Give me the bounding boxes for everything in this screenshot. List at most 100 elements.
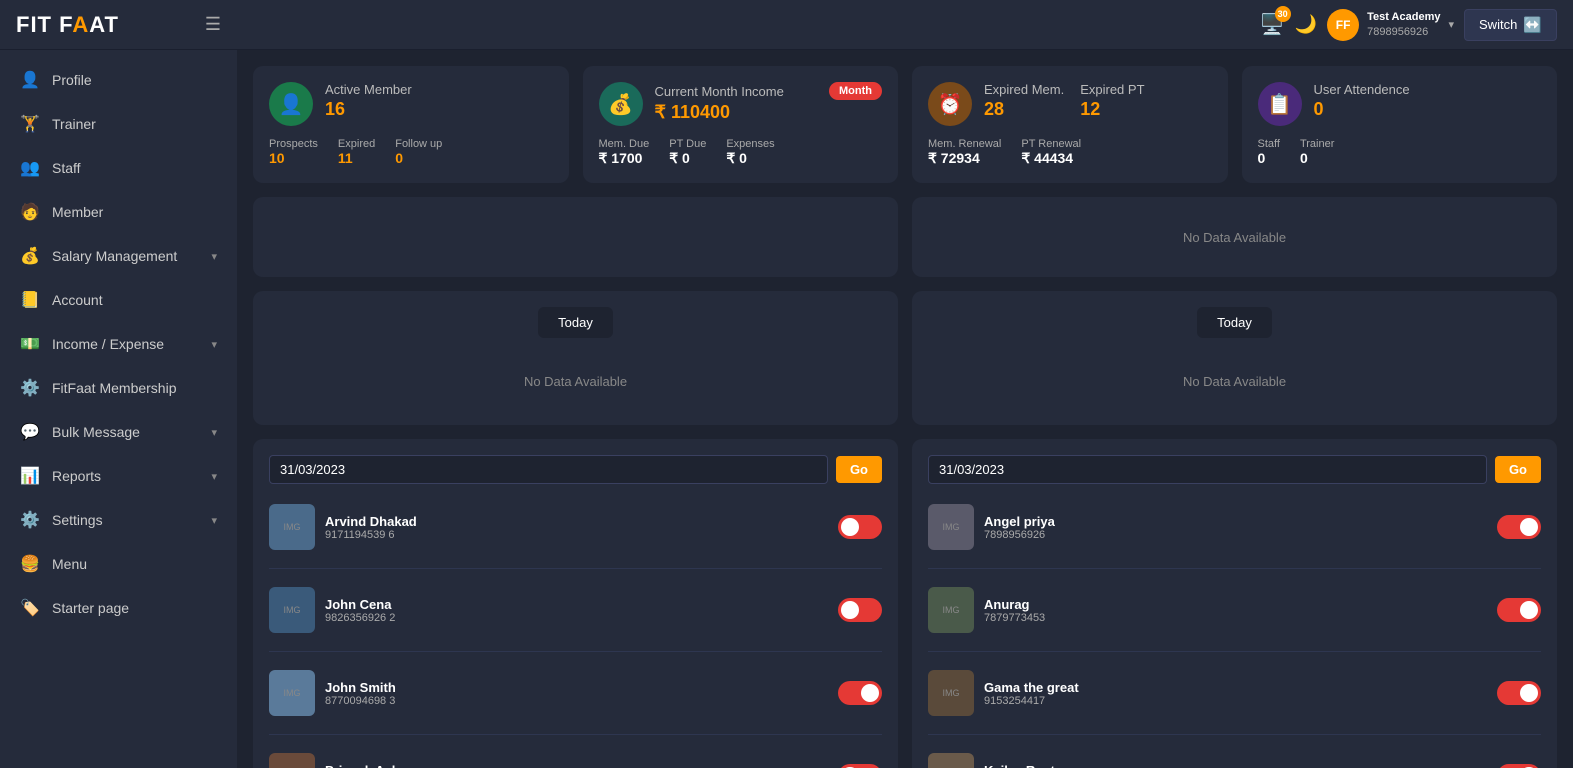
sidebar-item-income[interactable]: 💵 Income / Expense ▾: [0, 322, 237, 366]
hamburger-icon[interactable]: ☰: [205, 14, 221, 35]
academy-dropdown-icon: ▾: [1448, 18, 1454, 31]
member-toggle[interactable]: [1497, 764, 1541, 768]
sidebar-item-trainer[interactable]: 🏋️ Trainer: [0, 102, 237, 146]
reports-nav-arrow: ▾: [211, 470, 217, 483]
left-date-input[interactable]: [269, 455, 828, 484]
profile-nav-label: Profile: [52, 72, 92, 88]
member-toggle[interactable]: [838, 598, 882, 622]
logo-area: FIT FAAT ☰: [0, 0, 237, 50]
income-value: ₹ 110400: [655, 102, 883, 123]
mem-renewal-value: ₹ 72934: [928, 150, 1001, 167]
expired-pt-value: 12: [1080, 99, 1144, 120]
attendance-icon: 📋: [1258, 82, 1302, 126]
right-no-data-text: No Data Available: [1183, 230, 1286, 245]
income-title: Current Month Income: [655, 84, 784, 99]
switch-button[interactable]: Switch ↔️: [1464, 9, 1557, 41]
starter-nav-label: Starter page: [52, 600, 129, 616]
theme-toggle[interactable]: 🌙: [1295, 14, 1317, 35]
academy-selector[interactable]: FF Test Academy 7898956926 ▾: [1327, 9, 1454, 41]
prospects-label: Prospects: [269, 138, 318, 150]
switch-label: Switch: [1479, 17, 1517, 32]
salary-nav-label: Salary Management: [52, 248, 177, 264]
followup-value: 0: [395, 150, 442, 166]
income-nav-label: Income / Expense: [52, 336, 164, 352]
sidebar-item-member[interactable]: 🧑 Member: [0, 190, 237, 234]
member-info: John Smith 8770094698 3: [325, 680, 828, 707]
trainer-nav-icon: 🏋️: [20, 114, 40, 134]
month-badge: Month: [829, 82, 882, 100]
member-toggle[interactable]: [838, 681, 882, 705]
sidebar-item-salary[interactable]: 💰 Salary Management ▾: [0, 234, 237, 278]
sidebar-item-settings[interactable]: ⚙️ Settings ▾: [0, 498, 237, 542]
right-date-input[interactable]: [928, 455, 1487, 484]
expired-icon: ⏰: [928, 82, 972, 126]
salary-nav-arrow: ▾: [211, 250, 217, 263]
income-nav-icon: 💵: [20, 334, 40, 354]
left-today-button[interactable]: Today: [538, 307, 613, 338]
member-nav-label: Member: [52, 204, 103, 220]
member-toggle[interactable]: [1497, 598, 1541, 622]
sidebar-nav: 👤 Profile 🏋️ Trainer 👥 Staff 🧑 Member 💰 …: [0, 50, 237, 768]
pt-due-label: PT Due: [669, 138, 706, 150]
member-toggle[interactable]: [1497, 681, 1541, 705]
list-item: IMG Arvind Dhakad 9171194539 6: [269, 498, 882, 556]
switch-icon: ↔️: [1523, 16, 1542, 34]
member-info: Angel priya 7898956926: [984, 514, 1487, 541]
pt-renewal-label: PT Renewal: [1021, 138, 1081, 150]
sidebar-item-fitfaat[interactable]: ⚙️ FitFaat Membership: [0, 366, 237, 410]
pt-renewal-value: ₹ 44434: [1021, 150, 1081, 167]
main-content: 👤 Active Member 16 Prospects 10 Expired …: [237, 50, 1573, 768]
academy-phone: 7898956926: [1367, 25, 1440, 39]
member-name: Kailas Raut: [984, 763, 1487, 768]
academy-name: Test Academy: [1367, 10, 1440, 24]
bulk-nav-icon: 💬: [20, 422, 40, 442]
topbar: 🖥️ 30 🌙 FF Test Academy 7898956926 ▾ Swi…: [237, 0, 1573, 50]
sidebar-item-account[interactable]: 📒 Account: [0, 278, 237, 322]
active-member-title: Active Member: [325, 82, 553, 97]
sidebar-item-starter[interactable]: 🏷️ Starter page: [0, 586, 237, 630]
staff-nav-icon: 👥: [20, 158, 40, 178]
member-name: Angel priya: [984, 514, 1487, 529]
right-today-button[interactable]: Today: [1197, 307, 1272, 338]
fitfaat-nav-icon: ⚙️: [20, 378, 40, 398]
settings-nav-icon: ⚙️: [20, 510, 40, 530]
member-avatar: IMG: [269, 504, 315, 550]
sidebar-item-profile[interactable]: 👤 Profile: [0, 58, 237, 102]
pt-due-value: ₹ 0: [669, 150, 706, 167]
sidebar-item-bulk[interactable]: 💬 Bulk Message ▾: [0, 410, 237, 454]
notification-icon[interactable]: 🖥️ 30: [1260, 12, 1285, 37]
member-avatar: IMG: [928, 753, 974, 768]
settings-nav-arrow: ▾: [211, 514, 217, 527]
right-go-button[interactable]: Go: [1495, 456, 1541, 483]
sidebar-item-reports[interactable]: 📊 Reports ▾: [0, 454, 237, 498]
income-icon: 💰: [599, 82, 643, 126]
account-nav-label: Account: [52, 292, 103, 308]
member-toggle[interactable]: [838, 515, 882, 539]
trainer-nav-label: Trainer: [52, 116, 96, 132]
left-go-button[interactable]: Go: [836, 456, 882, 483]
trainer-label: Trainer: [1300, 138, 1334, 150]
member-toggle[interactable]: [1497, 515, 1541, 539]
attendance-value: 0: [1314, 99, 1542, 120]
member-info: Anurag 7879773453: [984, 597, 1487, 624]
sidebar-item-menu[interactable]: 🍔 Menu: [0, 542, 237, 586]
member-toggle[interactable]: [838, 764, 882, 768]
left-today-no-data: No Data Available: [269, 354, 882, 409]
attendance-card: 📋 User Attendence 0 Staff 0 Trainer 0: [1242, 66, 1558, 183]
staff-nav-label: Staff: [52, 160, 81, 176]
attendance-title: User Attendence: [1314, 82, 1542, 97]
followup-label: Follow up: [395, 138, 442, 150]
member-name: Anurag: [984, 597, 1487, 612]
left-empty-panel: [253, 197, 898, 277]
salary-nav-icon: 💰: [20, 246, 40, 266]
right-member-list: IMG Angel priya 7898956926 IMG Anurag 78…: [928, 498, 1541, 768]
reports-nav-label: Reports: [52, 468, 101, 484]
member-avatar: IMG: [269, 670, 315, 716]
sidebar-item-staff[interactable]: 👥 Staff: [0, 146, 237, 190]
member-avatar: IMG: [269, 753, 315, 768]
fitfaat-nav-label: FitFaat Membership: [52, 380, 176, 396]
mem-due-value: ₹ 1700: [599, 150, 650, 167]
stats-row: 👤 Active Member 16 Prospects 10 Expired …: [253, 66, 1557, 183]
reports-nav-icon: 📊: [20, 466, 40, 486]
expired-value: 11: [338, 150, 375, 166]
